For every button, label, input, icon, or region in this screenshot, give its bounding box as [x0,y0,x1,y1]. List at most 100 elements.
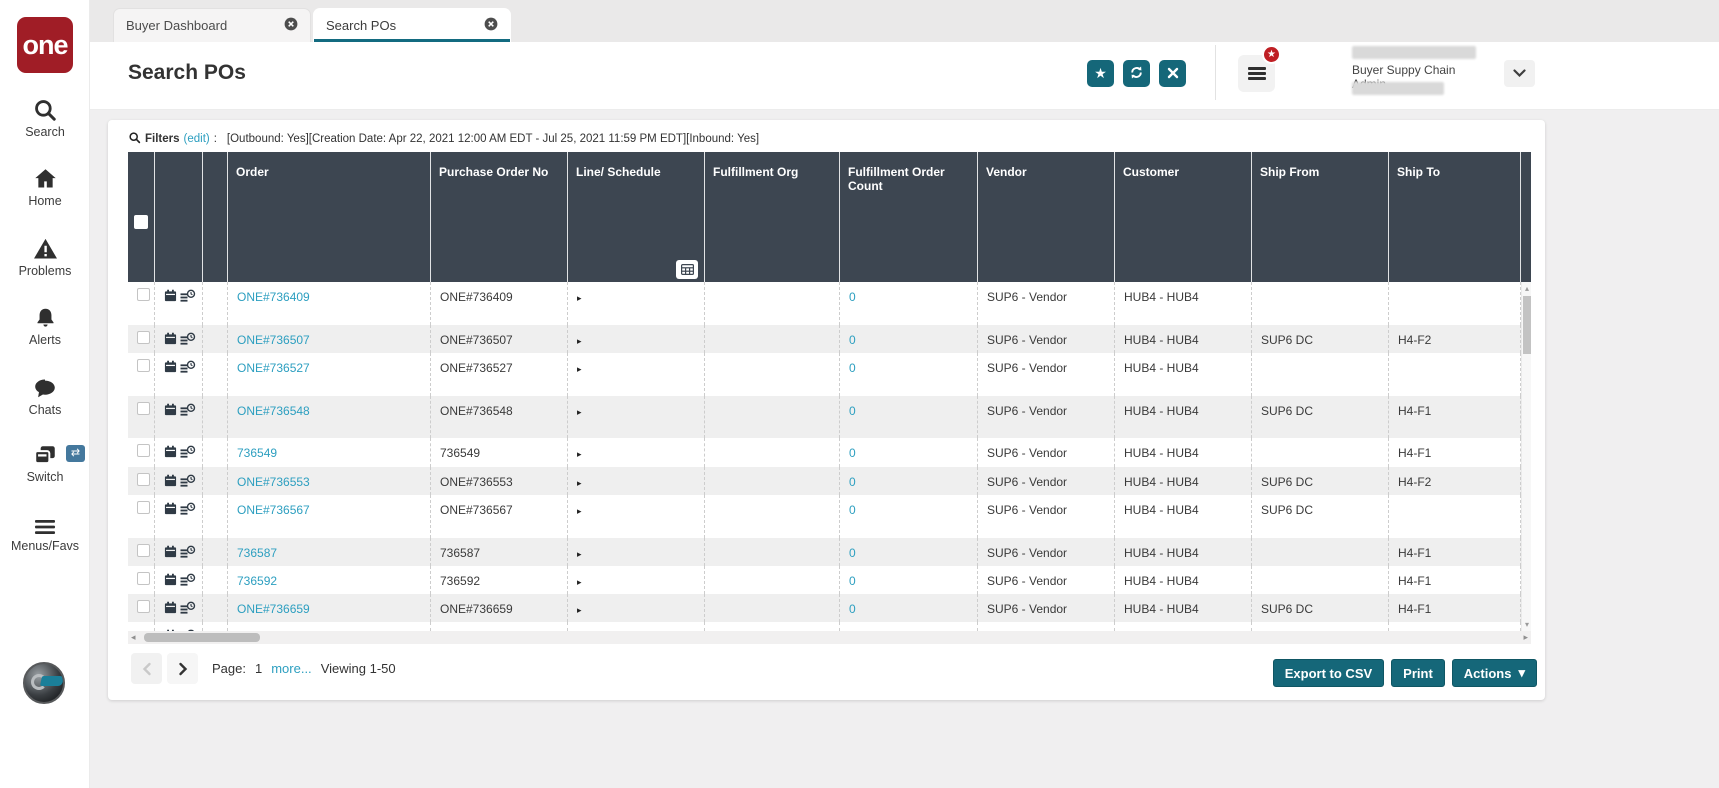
grid-view-button[interactable] [676,260,698,279]
fulfillment-order-count-link[interactable]: 0 [849,404,856,418]
table-row[interactable]: ONE#736548 ONE#736548 ▸ 0 SUP6 - Vendor … [128,396,1521,438]
sidebar-item-menus-favs[interactable]: Menus/Favs [0,517,90,553]
schedule-clock-icon[interactable] [180,545,196,563]
order-link[interactable]: ONE#736507 [237,333,310,347]
table-row[interactable]: ONE#736567 ONE#736567 ▸ 0 SUP6 - Vendor … [128,495,1521,538]
actions-dropdown-button[interactable]: Actions▾ [1452,659,1537,687]
calendar-icon[interactable] [164,502,177,518]
calendar-icon[interactable] [164,360,177,376]
row-expander-icon[interactable]: ▸ [577,605,582,615]
fulfillment-order-count-link[interactable]: 0 [849,290,856,304]
fulfillment-order-count-link[interactable]: 0 [849,361,856,375]
scroll-up-icon[interactable]: ▴ [1522,284,1531,293]
sidebar-item-home[interactable]: Home [0,166,90,208]
table-row[interactable]: 736549 736549 ▸ 0 SUP6 - Vendor HUB4 - H… [128,438,1521,467]
user-menu-button[interactable] [1504,60,1535,87]
schedule-clock-icon[interactable] [180,360,196,378]
calendar-icon[interactable] [164,573,177,589]
calendar-icon[interactable] [164,332,177,348]
table-row[interactable]: ONE#736409 ONE#736409 ▸ 0 SUP6 - Vendor … [128,282,1521,325]
order-link[interactable]: ONE#736548 [237,404,310,418]
vertical-scroll-thumb[interactable] [1523,296,1531,354]
row-expander-icon[interactable]: ▸ [577,506,582,516]
tab-close-icon[interactable] [484,17,498,34]
calendar-icon[interactable] [164,545,177,561]
row-checkbox[interactable] [137,544,150,557]
order-link[interactable]: ONE#736553 [237,475,310,489]
schedule-clock-icon[interactable] [180,403,196,421]
sidebar-item-problems[interactable]: Problems [0,236,90,278]
refresh-button[interactable] [1123,60,1150,87]
sidebar-item-alerts[interactable]: Alerts [0,306,90,347]
row-checkbox[interactable] [137,600,150,613]
row-checkbox[interactable] [137,444,150,457]
fulfillment-order-count-link[interactable]: 0 [849,446,856,460]
close-panel-button[interactable] [1159,60,1186,87]
fulfillment-order-count-link[interactable]: 0 [849,602,856,616]
calendar-icon[interactable] [164,601,177,617]
vertical-scrollbar[interactable]: ▴ ▾ [1521,282,1531,631]
order-link[interactable]: ONE#736409 [237,290,310,304]
more-pages-link[interactable]: more... [271,661,311,676]
horizontal-scroll-thumb[interactable] [144,633,260,642]
tab-close-icon[interactable] [284,17,298,34]
row-expander-icon[interactable]: ▸ [577,478,582,488]
schedule-clock-icon[interactable] [180,502,196,520]
column-header-ship-from[interactable]: Ship From [1252,152,1389,282]
order-link[interactable]: ONE#736659 [237,602,310,616]
row-checkbox[interactable] [137,572,150,585]
order-link[interactable]: 736587 [237,546,277,560]
fulfillment-order-count-link[interactable]: 0 [849,546,856,560]
schedule-clock-icon[interactable] [180,289,196,307]
scroll-left-icon[interactable]: ◂ [131,631,136,644]
user-avatar[interactable] [23,662,65,704]
schedule-clock-icon[interactable] [180,445,196,463]
favorite-button[interactable]: ★ [1087,60,1114,87]
fulfillment-order-count-link[interactable]: 0 [849,574,856,588]
table-row[interactable]: ONE#736507 ONE#736507 ▸ 0 SUP6 - Vendor … [128,325,1521,353]
print-button[interactable]: Print [1391,659,1445,687]
row-expander-icon[interactable]: ▸ [577,549,582,559]
row-expander-icon[interactable]: ▸ [577,407,582,417]
table-row[interactable]: 736587 736587 ▸ 0 SUP6 - Vendor HUB4 - H… [128,538,1521,566]
row-checkbox[interactable] [137,288,150,301]
select-all-checkbox[interactable] [134,215,148,229]
row-expander-icon[interactable]: ▸ [577,336,582,346]
row-expander-icon[interactable]: ▸ [577,449,582,459]
filters-edit-link[interactable]: (edit) [184,133,210,145]
row-checkbox[interactable] [137,402,150,415]
one-logo[interactable]: one [17,17,73,73]
table-row[interactable]: 736592 736592 ▸ 0 SUP6 - Vendor HUB4 - H… [128,566,1521,594]
column-header-line-schedule[interactable]: Line/ Schedule [568,152,705,282]
schedule-clock-icon[interactable] [180,474,196,492]
table-row[interactable]: ONE#736659 ONE#736659 ▸ 0 SUP6 - Vendor … [128,594,1521,622]
schedule-clock-icon[interactable] [180,601,196,619]
sidebar-item-switch[interactable]: ⇄ Switch [0,444,90,484]
column-header-fulfillment-org[interactable]: Fulfillment Org [705,152,840,282]
row-checkbox[interactable] [137,501,150,514]
column-header-fulfillment-order-count[interactable]: Fulfillment Order Count [840,152,978,282]
tab-buyer-dashboard[interactable]: Buyer Dashboard [113,8,311,42]
fulfillment-order-count-link[interactable]: 0 [849,475,856,489]
order-link[interactable]: ONE#736567 [237,503,310,517]
schedule-clock-icon[interactable] [180,332,196,350]
order-link[interactable]: 736549 [237,446,277,460]
row-checkbox[interactable] [137,359,150,372]
calendar-icon[interactable] [164,445,177,461]
table-row[interactable]: ONE#736553 ONE#736553 ▸ 0 SUP6 - Vendor … [128,467,1521,495]
column-header-purchase-order-no[interactable]: Purchase Order No [431,152,568,282]
switch-badge-icon[interactable]: ⇄ [66,445,85,462]
schedule-clock-icon[interactable] [180,573,196,591]
previous-page-button[interactable] [131,653,162,684]
favorites-badge-icon[interactable]: ★ [1262,45,1281,64]
scroll-right-icon[interactable]: ▸ [1523,631,1528,644]
calendar-icon[interactable] [164,289,177,305]
column-header-customer[interactable]: Customer [1115,152,1252,282]
sidebar-item-search[interactable]: Search [0,97,90,139]
scroll-down-icon[interactable]: ▾ [1522,620,1531,629]
row-checkbox[interactable] [137,473,150,486]
column-header-ship-to[interactable]: Ship To [1389,152,1521,282]
column-header-vendor[interactable]: Vendor [978,152,1115,282]
table-row[interactable]: ONE#736527 ONE#736527 ▸ 0 SUP6 - Vendor … [128,353,1521,396]
horizontal-scrollbar[interactable]: ◂ ▸ [128,631,1531,644]
